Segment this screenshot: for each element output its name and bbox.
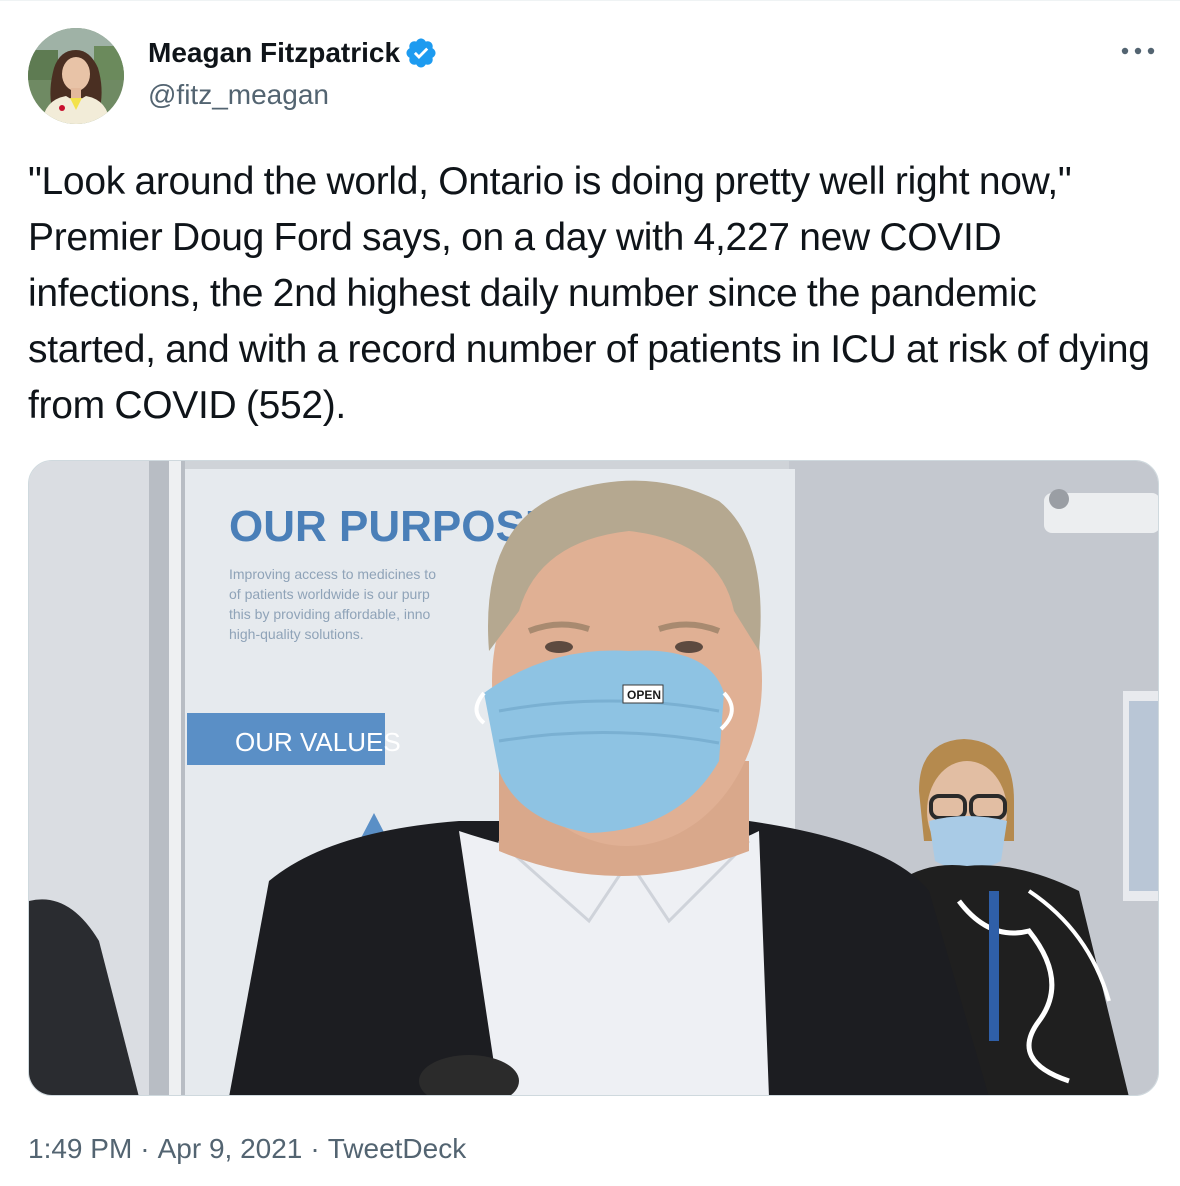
- meta-separator-1: ·: [140, 1133, 150, 1164]
- author-display-name[interactable]: Meagan Fitzpatrick: [148, 33, 400, 73]
- poster-line-1: Improving access to medicines to: [229, 566, 436, 582]
- more-options-button[interactable]: [1118, 37, 1158, 65]
- mask-tag: OPEN: [627, 688, 661, 702]
- author-name-row: Meagan Fitzpatrick: [148, 33, 438, 73]
- tweet-media-photo[interactable]: OUR PURPOSE Improving access to medicine…: [28, 460, 1159, 1096]
- poster-line-2: of patients worldwide is our purp: [229, 586, 430, 602]
- tweet-text: "Look around the world, Ontario is doing…: [28, 160, 1150, 427]
- tweet-source[interactable]: TweetDeck: [328, 1129, 467, 1169]
- tweet-time[interactable]: 1:49 PM: [28, 1129, 132, 1169]
- author-handle[interactable]: @fitz_meagan: [148, 75, 438, 115]
- author-info: Meagan Fitzpatrick @fitz_meagan: [148, 33, 438, 115]
- tweet-meta: 1:49 PM · Apr 9, 2021 · TweetDeck: [28, 1129, 466, 1169]
- poster-line-3: this by providing affordable, inno: [229, 606, 431, 622]
- tweet-card: Meagan Fitzpatrick @fitz_meagan "Look ar…: [0, 0, 1180, 1186]
- more-dots-icon: [1121, 47, 1155, 55]
- author-avatar[interactable]: [28, 28, 124, 124]
- tweet-date[interactable]: Apr 9, 2021: [158, 1129, 303, 1169]
- poster-values: OUR VALUES: [235, 727, 401, 757]
- media-image: OUR PURPOSE Improving access to medicine…: [29, 461, 1158, 1095]
- meta-separator-2: ·: [310, 1133, 320, 1164]
- avatar-image: [28, 28, 124, 124]
- poster-line-4: high-quality solutions.: [229, 626, 364, 642]
- verified-badge-icon: [404, 36, 438, 70]
